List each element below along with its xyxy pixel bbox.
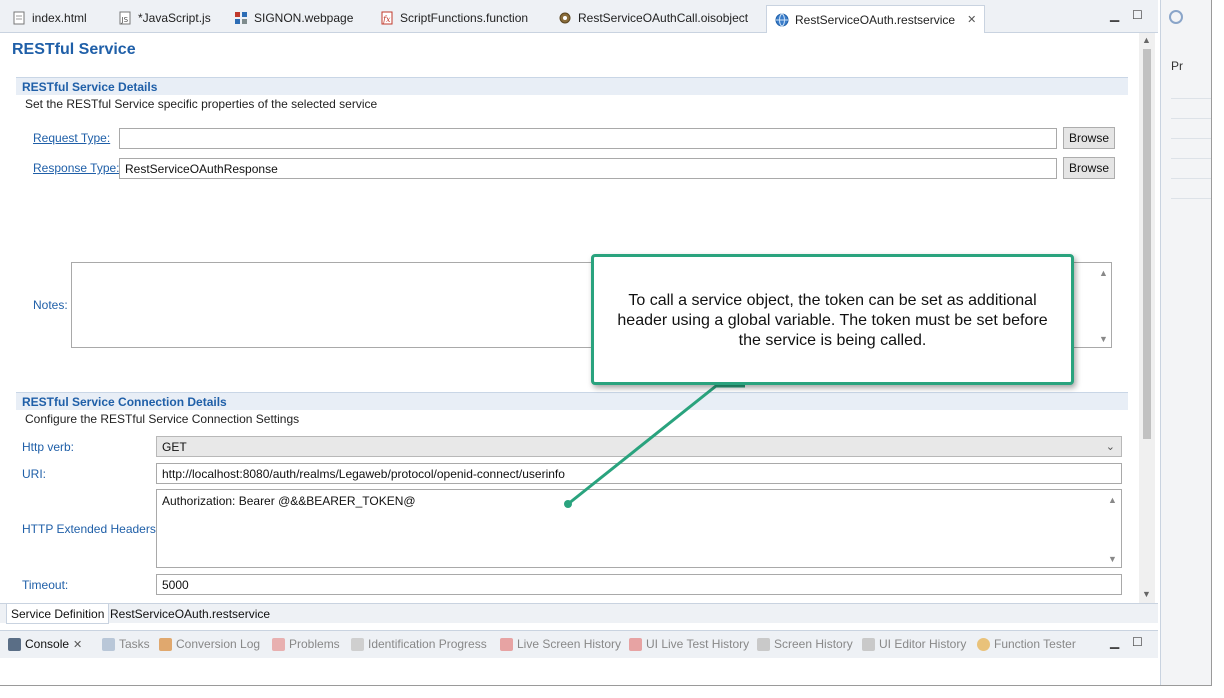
tab-label: UI Live Test History [646,637,750,651]
uri-field[interactable]: http://localhost:8080/auth/realms/Legawe… [156,463,1122,484]
tab-label: Live Screen History [517,637,622,651]
svg-text:JS: JS [121,16,129,24]
tab-restserviceoauthcall[interactable]: RestServiceOAuthCall.oisobject [550,5,756,31]
tab-label: Identification Progress [368,637,487,651]
ui-live-test-icon [629,637,642,651]
function-icon: fx [380,11,394,25]
close-icon[interactable]: ✕ [73,638,82,651]
tab-label: Problems [289,637,340,651]
tab-javascript-js[interactable]: JS *JavaScript.js [110,5,219,31]
tab-problems[interactable]: Problems [272,637,340,651]
connection-description: Configure the RESTful Service Connection… [25,412,300,426]
connection-section-header[interactable]: RESTful Service Connection Details [16,392,1128,410]
right-panel: Pr [1160,0,1211,685]
tab-label: Tasks [119,637,150,651]
globe-icon [775,13,789,27]
tab-label: RestServiceOAuth.restservice [795,12,956,27]
headers-textarea[interactable]: Authorization: Bearer @&&BEARER_TOKEN@ [156,489,1122,568]
tab-ui-editor-history[interactable]: UI Editor History [862,637,966,651]
page-title: RESTful Service [12,41,136,58]
console-tab-bar: Console ✕ Tasks Conversion Log Problems … [0,630,1158,658]
tab-console[interactable]: Console ✕ [8,637,82,651]
http-verb-select[interactable]: GET ⌄ [156,436,1122,457]
tab-service-definition[interactable]: Service Definition [6,604,110,624]
tab-label: Screen History [774,637,853,651]
tab-label: index.html [32,11,87,25]
editor-page-tabs: Service Definition RestServiceOAuth.rest… [0,603,1158,624]
request-type-link[interactable]: Request Type: [33,131,110,145]
live-screen-icon [500,637,513,651]
scrollbar-thumb[interactable] [1143,49,1151,439]
request-type-browse-button[interactable]: Browse [1063,127,1116,149]
editor-tab-bar: index.html JS *JavaScript.js SIGNON.webp… [0,0,1158,33]
scroll-up-icon[interactable]: ▲ [1142,35,1151,45]
tab-label: Console [25,637,70,651]
details-description: Set the RESTful Service specific propert… [25,97,378,111]
palette-icon[interactable] [1169,10,1183,24]
details-section-header[interactable]: RESTful Service Details [16,77,1128,95]
identification-icon [351,637,364,651]
tab-ui-live-test-history[interactable]: UI Live Test History [629,637,749,651]
scroll-down-icon[interactable]: ▼ [1142,589,1151,599]
http-verb-value: GET [162,440,187,454]
request-type-field[interactable] [119,128,1057,149]
http-verb-label: Http verb: [22,440,75,454]
tab-screen-history[interactable]: Screen History [757,637,853,651]
tab-label: Conversion Log [176,637,261,651]
maximize-icon[interactable]: ☐ [1132,635,1143,649]
javascript-file-icon: JS [118,11,132,25]
tab-index-html[interactable]: index.html [4,5,95,31]
response-type-field[interactable]: RestServiceOAuthResponse [119,158,1057,179]
tab-signon-webpage[interactable]: SIGNON.webpage [226,5,361,31]
minimize-icon[interactable]: ▁ [1110,635,1119,649]
chevron-down-icon: ⌄ [1105,441,1115,453]
function-tester-icon [977,637,990,651]
headers-label: HTTP Extended Headers: [22,522,160,536]
close-icon[interactable]: ✕ [967,13,976,26]
svg-text:fx: fx [382,15,391,24]
gear-icon [558,11,572,25]
problems-icon [272,637,285,651]
response-type-browse-button[interactable]: Browse [1063,157,1116,179]
tab-label: ScriptFunctions.function [400,11,529,25]
right-panel-label: Pr [1171,59,1183,73]
tab-tasks[interactable]: Tasks [102,637,150,651]
ui-editor-icon [862,637,875,651]
response-type-link[interactable]: Response Type: [33,161,120,175]
html-file-icon [12,11,26,25]
tab-scriptfunctions[interactable]: fx ScriptFunctions.function [372,5,536,31]
uri-label: URI: [22,467,46,481]
tab-label: Function Tester [994,637,1076,651]
minimize-icon[interactable]: ▁ [1110,8,1119,22]
notes-label: Notes: [33,298,68,312]
tab-identification-progress[interactable]: Identification Progress [351,637,487,651]
screen-history-icon [757,637,770,651]
tab-live-screen-history[interactable]: Live Screen History [500,637,621,651]
tab-restserviceoauth[interactable]: RestServiceOAuth.restservice ✕ [766,5,986,33]
tab-conversion-log[interactable]: Conversion Log [159,637,260,651]
editor-scrollbar[interactable]: ▲ ▼ [1139,33,1155,603]
tab-label: SIGNON.webpage [254,11,354,25]
conversion-log-icon [159,637,172,651]
maximize-icon[interactable]: ☐ [1132,8,1143,22]
timeout-label: Timeout: [22,578,69,592]
tasks-icon [102,637,115,651]
console-icon [8,637,21,651]
annotation-callout: To call a service object, the token can … [591,254,1074,385]
timeout-field[interactable]: 5000 [156,574,1122,595]
tab-label: RestServiceOAuthCall.oisobject [578,11,749,25]
tab-function-tester[interactable]: Function Tester [977,637,1076,651]
tab-label: *JavaScript.js [138,11,211,25]
webpage-icon [234,11,248,25]
tab-restservice-source[interactable]: RestServiceOAuth.restservice [106,604,274,624]
tab-label: UI Editor History [879,637,967,651]
